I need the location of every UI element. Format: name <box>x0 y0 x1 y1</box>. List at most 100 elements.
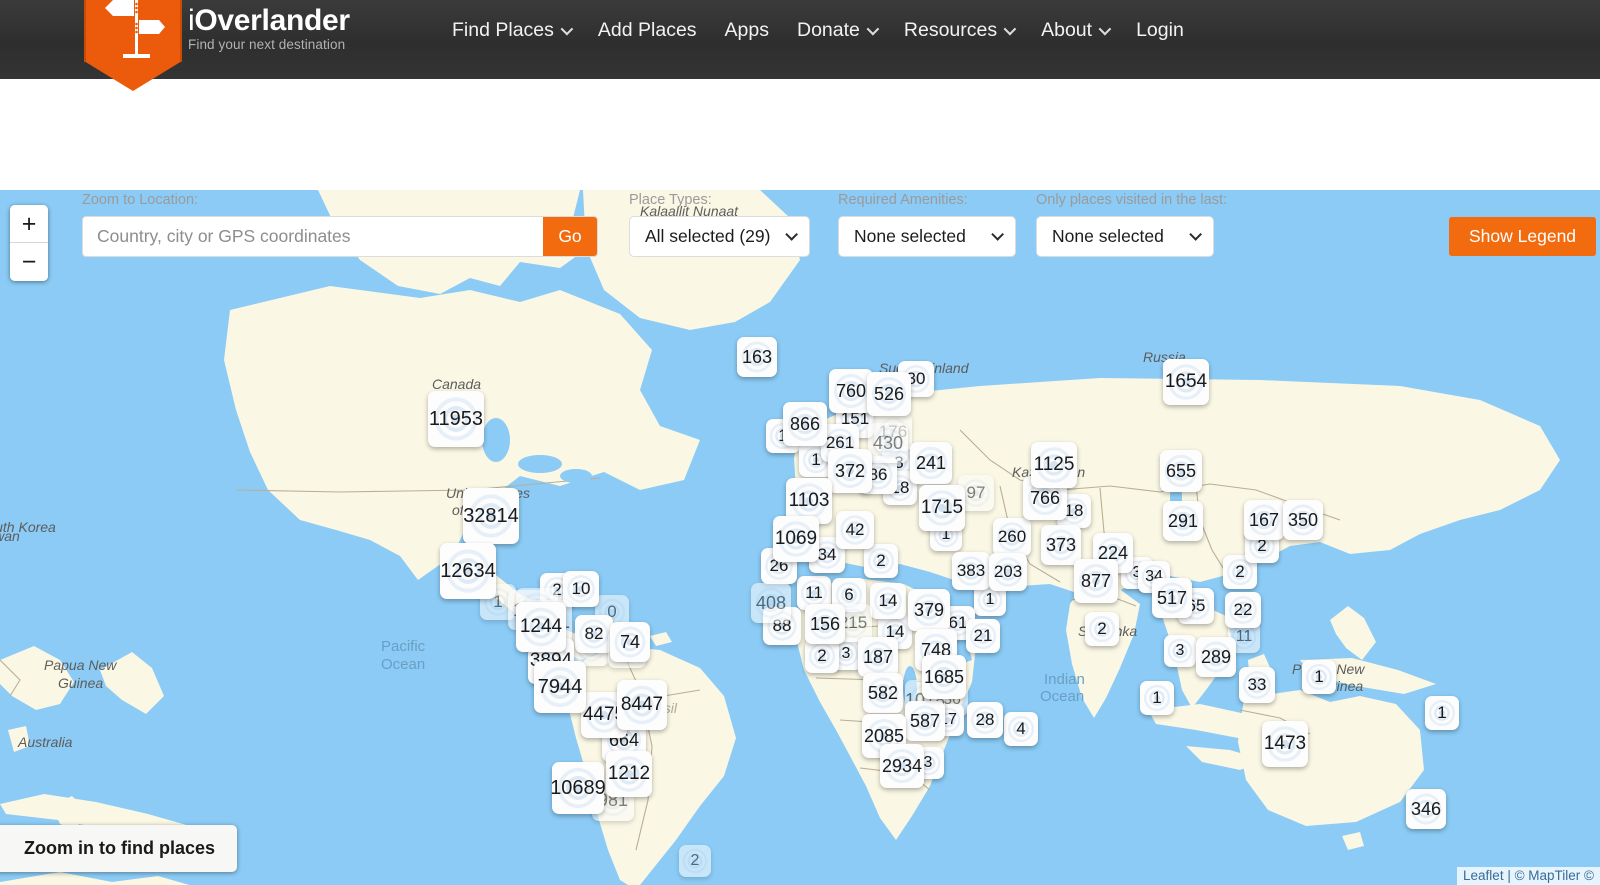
cluster-marker[interactable]: 74 <box>610 622 650 662</box>
cluster-count: 877 <box>1080 570 1112 591</box>
cluster-marker[interactable]: 42 <box>836 511 874 549</box>
cluster-marker[interactable]: 1125 <box>1031 442 1077 488</box>
go-button[interactable]: Go <box>543 217 597 256</box>
chevron-down-icon <box>1189 228 1202 241</box>
cluster-marker[interactable]: 156 <box>805 604 845 644</box>
cluster-marker[interactable]: 1212 <box>606 751 652 797</box>
cluster-count: 2 <box>817 646 827 665</box>
cluster-count: 167 <box>1248 509 1280 530</box>
cluster-marker[interactable]: 10689 <box>550 762 606 814</box>
nav-label: Login <box>1136 19 1184 41</box>
cluster-marker[interactable]: 587 <box>905 701 945 741</box>
place-types-select[interactable]: All selected (29) <box>629 216 810 257</box>
cluster-count: 34 <box>817 545 837 564</box>
cluster-marker[interactable]: 408 <box>751 583 791 623</box>
cluster-marker[interactable]: 372 <box>828 449 872 493</box>
nav-label: Apps <box>724 19 769 41</box>
cluster-marker[interactable]: 2 <box>679 845 711 877</box>
cluster-marker[interactable]: 11953 <box>428 391 484 447</box>
zoom-in-button[interactable]: + <box>10 205 48 243</box>
cluster-marker[interactable]: 167 <box>1244 500 1284 540</box>
cluster-marker[interactable]: 1069 <box>773 516 819 562</box>
cluster-marker[interactable]: 2934 <box>880 744 924 788</box>
location-search-input[interactable] <box>83 217 543 256</box>
cluster-count: 3 <box>1175 642 1185 659</box>
show-legend-button[interactable]: Show Legend <box>1449 217 1597 256</box>
place-types-value: All selected (29) <box>645 226 771 246</box>
cluster-count: 97 <box>966 483 986 502</box>
cluster-marker[interactable]: 2 <box>864 544 898 578</box>
cluster-marker[interactable]: 14 <box>870 583 906 619</box>
zoom-in-hint: Zoom in to find places <box>0 825 238 872</box>
cluster-marker[interactable]: 2 <box>1085 612 1119 646</box>
cluster-count: 11 <box>805 583 823 602</box>
cluster-marker[interactable]: 877 <box>1074 559 1118 603</box>
cluster-count: 350 <box>1287 509 1319 530</box>
cluster-marker[interactable]: 517 <box>1152 578 1192 618</box>
logo-shield[interactable] <box>84 0 182 91</box>
cluster-marker[interactable]: 7944 <box>534 661 586 713</box>
cluster-marker[interactable]: 21 <box>966 619 1000 653</box>
leaflet-link[interactable]: Leaflet <box>1463 868 1504 883</box>
nav-item-login[interactable]: Login <box>1122 14 1198 46</box>
cluster-count: 2 <box>1235 562 1245 581</box>
cluster-marker[interactable]: 582 <box>863 673 903 713</box>
cluster-marker[interactable]: 289 <box>1196 637 1236 677</box>
cluster-marker[interactable]: 22 <box>1225 592 1261 628</box>
cluster-marker[interactable]: 383 <box>952 552 990 590</box>
nav-item-resources[interactable]: Resources <box>890 14 1027 46</box>
chevron-down-icon <box>866 22 880 35</box>
cluster-marker[interactable]: 866 <box>783 402 827 446</box>
cluster-marker[interactable]: 1685 <box>922 655 966 699</box>
visited-in-last-select[interactable]: None selected <box>1036 216 1214 257</box>
cluster-marker[interactable]: 33 <box>1239 667 1275 703</box>
cluster-marker[interactable]: 3 <box>1164 635 1196 667</box>
cluster-marker[interactable]: 28 <box>967 702 1003 738</box>
cluster-count: 3 <box>923 754 933 771</box>
cluster-marker[interactable]: 32814 <box>463 488 519 544</box>
cluster-marker[interactable]: 373 <box>1041 525 1081 565</box>
nav-item-about[interactable]: About <box>1027 14 1122 46</box>
nav-item-find-places[interactable]: Find Places <box>452 14 584 46</box>
nav-label: Add Places <box>597 19 697 41</box>
nav-item-add-places[interactable]: Add Places <box>584 14 711 46</box>
required-amenities-select[interactable]: None selected <box>838 216 1016 257</box>
zoom-out-button[interactable]: − <box>10 243 48 281</box>
cluster-marker[interactable]: 291 <box>1163 501 1203 541</box>
nav-item-donate[interactable]: Donate <box>783 14 890 46</box>
cluster-count: 12634 <box>440 559 496 582</box>
map-canvas[interactable]: Kalaallit Nunaat Canada United States of… <box>0 190 1600 885</box>
cluster-marker[interactable]: 187 <box>858 637 898 677</box>
cluster-marker[interactable]: 346 <box>1406 789 1446 829</box>
cluster-marker[interactable]: 260 <box>993 518 1031 556</box>
cluster-marker[interactable]: 1 <box>1425 696 1459 730</box>
cluster-marker[interactable]: 655 <box>1160 450 1202 492</box>
cluster-marker[interactable]: 430 <box>868 423 908 463</box>
cluster-count: 1 <box>811 450 821 469</box>
logo-shield-point <box>84 61 182 91</box>
cluster-marker[interactable]: 163 <box>737 337 777 377</box>
cluster-marker[interactable]: 379 <box>908 589 950 631</box>
filter-bar: Zoom to Location: Go Place Types: All se… <box>0 79 1600 257</box>
signpost-icon <box>105 0 165 58</box>
cluster-marker[interactable]: 1654 <box>1163 359 1209 405</box>
cluster-marker[interactable]: 1 <box>1302 660 1336 694</box>
cluster-marker[interactable]: 1715 <box>919 485 965 531</box>
visited-in-last-group: Only places visited in the last: None se… <box>1036 192 1227 257</box>
cluster-count: 21 <box>973 626 993 645</box>
cluster-marker[interactable]: 2 <box>805 639 839 673</box>
cluster-count: 1685 <box>923 666 965 687</box>
cluster-marker[interactable]: 1244 <box>516 602 566 652</box>
maptiler-link[interactable]: © MapTiler © <box>1515 868 1594 883</box>
cluster-marker[interactable]: 8447 <box>617 680 667 730</box>
cluster-marker[interactable]: 1 <box>1140 681 1174 715</box>
nav-item-apps[interactable]: Apps <box>711 14 783 46</box>
cluster-marker[interactable]: 203 <box>989 553 1027 591</box>
cluster-marker[interactable]: 350 <box>1283 500 1323 540</box>
cluster-marker[interactable]: 1473 <box>1262 721 1308 767</box>
cluster-marker[interactable]: 4 <box>1004 712 1038 746</box>
cluster-marker[interactable]: 526 <box>867 372 911 416</box>
cluster-count: 1 <box>1152 688 1162 707</box>
cluster-marker[interactable]: 241 <box>910 442 952 484</box>
cluster-marker[interactable]: 12634 <box>440 543 496 599</box>
